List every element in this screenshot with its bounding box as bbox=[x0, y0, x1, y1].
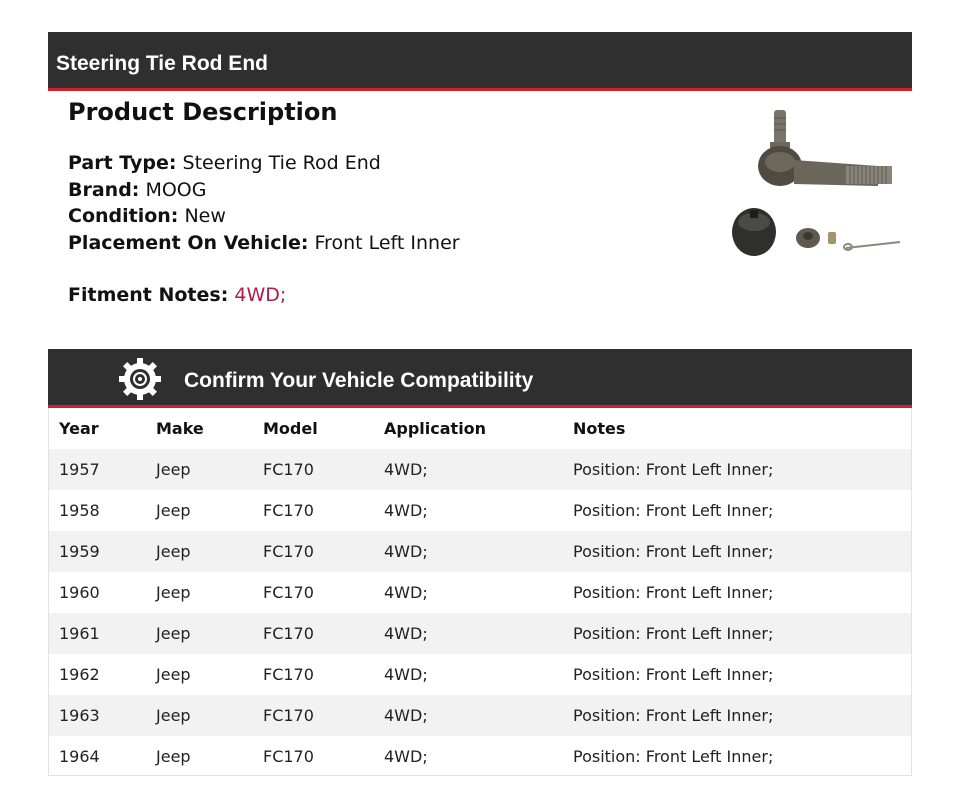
cell-application: 4WD; bbox=[384, 624, 428, 643]
cell-application: 4WD; bbox=[384, 665, 428, 684]
compatibility-table: Year Make Model Application Notes 1957 J… bbox=[48, 408, 912, 776]
cell-application: 4WD; bbox=[384, 706, 428, 725]
column-header-notes: Notes bbox=[573, 419, 626, 438]
cell-application: 4WD; bbox=[384, 501, 428, 520]
cell-model: FC170 bbox=[263, 501, 314, 520]
table-row: 1963 Jeep FC170 4WD; Position: Front Lef… bbox=[49, 695, 911, 736]
compatibility-title: Confirm Your Vehicle Compatibility bbox=[184, 369, 534, 392]
spec-condition: Condition: New bbox=[68, 203, 460, 230]
cell-notes: Position: Front Left Inner; bbox=[573, 583, 774, 602]
cell-make: Jeep bbox=[156, 747, 191, 766]
column-header-year: Year bbox=[59, 419, 99, 438]
cell-make: Jeep bbox=[156, 460, 191, 479]
table-row: 1957 Jeep FC170 4WD; Position: Front Lef… bbox=[49, 449, 911, 490]
table-row: 1958 Jeep FC170 4WD; Position: Front Lef… bbox=[49, 490, 911, 531]
cell-make: Jeep bbox=[156, 501, 191, 520]
table-row: 1962 Jeep FC170 4WD; Position: Front Lef… bbox=[49, 654, 911, 695]
spec-value: MOOG bbox=[145, 178, 207, 201]
spec-label: Placement On Vehicle: bbox=[68, 231, 309, 254]
table-row: 1960 Jeep FC170 4WD; Position: Front Lef… bbox=[49, 572, 911, 613]
fitment-notes: Fitment Notes: 4WD; bbox=[68, 282, 286, 308]
cell-make: Jeep bbox=[156, 706, 191, 725]
cell-model: FC170 bbox=[263, 747, 314, 766]
fitment-value: 4WD; bbox=[234, 284, 287, 306]
cell-year: 1964 bbox=[59, 747, 100, 766]
cell-notes: Position: Front Left Inner; bbox=[573, 542, 774, 561]
cell-application: 4WD; bbox=[384, 460, 428, 479]
cell-model: FC170 bbox=[263, 665, 314, 684]
spec-label: Brand: bbox=[68, 178, 140, 201]
compatibility-header: Confirm Your Vehicle Compatibility bbox=[48, 349, 912, 408]
spec-value: New bbox=[184, 205, 226, 227]
column-header-application: Application bbox=[384, 419, 487, 438]
spec-part-type: Part Type: Steering Tie Rod End bbox=[68, 150, 460, 177]
cell-make: Jeep bbox=[156, 542, 191, 561]
cell-year: 1959 bbox=[59, 542, 100, 561]
spec-brand: Brand: MOOG bbox=[68, 177, 460, 204]
cell-model: FC170 bbox=[263, 706, 314, 725]
fitment-label: Fitment Notes: bbox=[68, 284, 229, 306]
cell-make: Jeep bbox=[156, 583, 191, 602]
cell-notes: Position: Front Left Inner; bbox=[573, 460, 774, 479]
cell-application: 4WD; bbox=[384, 583, 428, 602]
spec-placement: Placement On Vehicle: Front Left Inner bbox=[68, 230, 460, 257]
column-header-make: Make bbox=[156, 419, 204, 438]
spec-value: Steering Tie Rod End bbox=[182, 152, 381, 174]
cell-model: FC170 bbox=[263, 583, 314, 602]
spec-value: Front Left Inner bbox=[314, 231, 460, 254]
cell-notes: Position: Front Left Inner; bbox=[573, 501, 774, 520]
cell-model: FC170 bbox=[263, 624, 314, 643]
table-row: 1961 Jeep FC170 4WD; Position: Front Lef… bbox=[49, 613, 911, 654]
cell-make: Jeep bbox=[156, 624, 191, 643]
cell-notes: Position: Front Left Inner; bbox=[573, 665, 774, 684]
cell-notes: Position: Front Left Inner; bbox=[573, 706, 774, 725]
spec-label: Part Type: bbox=[68, 152, 177, 174]
description-heading: Product Description bbox=[68, 98, 338, 126]
product-title: Steering Tie Rod End bbox=[56, 52, 268, 75]
cell-year: 1960 bbox=[59, 583, 100, 602]
cell-application: 4WD; bbox=[384, 542, 428, 561]
cell-year: 1962 bbox=[59, 665, 100, 684]
cell-make: Jeep bbox=[156, 665, 191, 684]
table-row: 1964 Jeep FC170 4WD; Position: Front Lef… bbox=[49, 736, 911, 777]
column-header-model: Model bbox=[263, 419, 318, 438]
cell-year: 1961 bbox=[59, 624, 100, 643]
spec-list: Part Type: Steering Tie Rod End Brand: M… bbox=[68, 150, 460, 256]
product-description: Product Description Part Type: Steering … bbox=[68, 96, 688, 306]
cell-year: 1957 bbox=[59, 460, 100, 479]
cell-notes: Position: Front Left Inner; bbox=[573, 624, 774, 643]
cell-notes: Position: Front Left Inner; bbox=[573, 747, 774, 766]
tie-rod-end-product-image bbox=[728, 104, 908, 264]
cell-application: 4WD; bbox=[384, 747, 428, 766]
spec-label: Condition: bbox=[68, 205, 179, 227]
cell-model: FC170 bbox=[263, 460, 314, 479]
product-title-bar: Steering Tie Rod End bbox=[48, 32, 912, 91]
table-row: 1959 Jeep FC170 4WD; Position: Front Lef… bbox=[49, 531, 911, 572]
table-header-row: Year Make Model Application Notes bbox=[49, 408, 911, 449]
cell-model: FC170 bbox=[263, 542, 314, 561]
cell-year: 1963 bbox=[59, 706, 100, 725]
gear-icon bbox=[118, 357, 162, 401]
cell-year: 1958 bbox=[59, 501, 100, 520]
